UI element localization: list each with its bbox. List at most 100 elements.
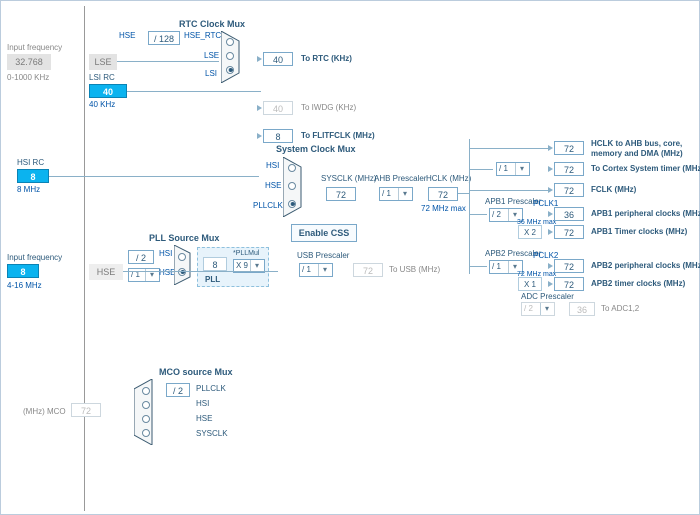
pll-src-mux[interactable]: [174, 245, 194, 285]
hclk-to-bus: [469, 148, 549, 149]
flitf-value: 8: [263, 129, 293, 143]
adc-label: To ADC1,2: [601, 304, 639, 313]
hsi-name: HSI RC: [17, 158, 44, 167]
apb2-periph-value: 72: [554, 259, 584, 273]
apb1-periph-value: 36: [554, 207, 584, 221]
sysclk-opt-hsi[interactable]: [288, 164, 296, 172]
enable-css-button[interactable]: Enable CSS: [291, 224, 357, 242]
arrow-icon: [257, 105, 262, 111]
hclk-out-line: [458, 193, 470, 194]
rtc-lse-label: LSE: [204, 51, 219, 60]
sysclk-label: SYSCLK (MHz): [321, 174, 377, 183]
freq-axis-line: [84, 6, 85, 511]
mco-opt-sysclk[interactable]: [142, 429, 150, 437]
input-freq-a-label: Input frequency: [7, 43, 62, 52]
hclk-bus-value: 72: [554, 141, 584, 155]
sysclk-in-pllclk: PLLCLK: [253, 201, 283, 210]
usb-out-label: To USB (MHz): [389, 265, 440, 274]
hsi-unit: 8 MHz: [17, 185, 40, 194]
mco-in-hsi: HSI: [196, 399, 209, 408]
ahb-label: AHB Prescaler: [374, 174, 426, 183]
apb2-periph-label: APB2 peripheral clocks (MHz): [591, 261, 700, 270]
usb-value: 72: [353, 263, 383, 277]
pll-opt-hsi[interactable]: [178, 253, 186, 261]
mco-in-pllclk: PLLCLK: [196, 384, 226, 393]
apb2-tim-mul: X 1: [518, 277, 542, 291]
hclk-to-fclk: [469, 190, 549, 191]
lsi-name: LSI RC: [89, 73, 115, 82]
rtc-hse-div: / 128: [148, 31, 180, 45]
input-freq-a-range: 0-1000 KHz: [7, 73, 49, 82]
input-freq-a-value: 32.768: [7, 54, 51, 70]
adc-select[interactable]: / 2: [521, 302, 555, 316]
cortex-label: To Cortex System timer (MHz): [591, 164, 700, 173]
lse-line: [117, 61, 219, 62]
lsi-unit: 40 KHz: [89, 100, 115, 109]
apb1-tim-value: 72: [554, 225, 584, 239]
lsi-value[interactable]: 40: [89, 84, 127, 98]
mco-opt-pllclk[interactable]: [142, 387, 150, 395]
sysclk-opt-pllclk[interactable]: [288, 200, 296, 208]
mco-mux-title: MCO source Mux: [159, 367, 233, 377]
hclk-to-apb2: [469, 266, 487, 267]
mco-opt-hsi[interactable]: [142, 401, 150, 409]
iwdg-value: 40: [263, 101, 293, 115]
mco-div: / 2: [166, 383, 190, 397]
hclk-label: HCLK (MHz): [426, 174, 471, 183]
lse-label: LSE: [89, 54, 117, 70]
pll-opt-hse[interactable]: [178, 268, 186, 276]
apb2-tim-label: APB2 timer clocks (MHz): [591, 279, 685, 288]
hclk-vbus: [469, 139, 470, 274]
rtc-hse-in-label: HSE: [119, 31, 135, 40]
input-freq-b-value[interactable]: 8: [7, 264, 39, 278]
apb1-tim-label: APB1 Timer clocks (MHz): [591, 227, 687, 236]
iwdg-label: To IWDG (KHz): [301, 103, 356, 112]
adc-prescaler-label: ADC Prescaler: [521, 292, 574, 301]
arrow-icon: [548, 145, 553, 151]
hsi-line: [49, 176, 259, 177]
apb2-tim-value: 72: [554, 277, 584, 291]
rtc-mux-opt-lsi[interactable]: [226, 66, 234, 74]
hse-line: [123, 271, 278, 272]
cortex-value: 72: [554, 162, 584, 176]
input-freq-b-range: 4-16 MHz: [7, 281, 42, 290]
hclk-to-cortex: [469, 169, 493, 170]
arrow-icon: [548, 281, 553, 287]
hclk-bus-label1: HCLK to AHB bus, core,: [591, 139, 682, 148]
sysclk-mux-title: System Clock Mux: [276, 144, 356, 154]
arrow-icon: [548, 211, 553, 217]
mco-in-hse: HSE: [196, 414, 212, 423]
apb1-tim-mul: X 2: [518, 225, 542, 239]
ahb-select[interactable]: / 1: [379, 187, 413, 201]
usb-select[interactable]: / 1: [299, 263, 333, 277]
mco-in-sysclk: SYSCLK: [196, 429, 228, 438]
hsi-value[interactable]: 8: [17, 169, 49, 183]
pll-src-title: PLL Source Mux: [149, 233, 219, 243]
mco-opt-hse[interactable]: [142, 415, 150, 423]
rtc-lsi-label: LSI: [205, 69, 217, 78]
pll-in-value: 8: [203, 257, 227, 271]
sysclk-opt-hse[interactable]: [288, 182, 296, 190]
lsi-line: [127, 91, 261, 92]
rtc-mux-opt-hse[interactable]: [226, 38, 234, 46]
arrow-icon: [548, 166, 553, 172]
hclk-value[interactable]: 72: [428, 187, 458, 201]
fclk-value: 72: [554, 183, 584, 197]
hclk-bus-label2: memory and DMA (MHz): [591, 149, 683, 158]
arrow-icon: [548, 187, 553, 193]
rtc-mux-opt-lse[interactable]: [226, 52, 234, 60]
mco-value: 72: [71, 403, 101, 417]
rtc-out-label: To RTC (KHz): [301, 54, 352, 63]
rtc-mux-title: RTC Clock Mux: [179, 19, 245, 29]
mco-out-label: (MHz) MCO: [23, 407, 66, 416]
arrow-icon: [548, 229, 553, 235]
pll-div2: / 2: [128, 250, 154, 264]
fclk-label: FCLK (MHz): [591, 185, 636, 194]
sysclk-in-hsi: HSI: [266, 161, 279, 170]
input-freq-b-label: Input frequency: [7, 253, 62, 262]
cortex-select[interactable]: / 1: [496, 162, 530, 176]
arrow-icon: [257, 133, 262, 139]
apb1-periph-label: APB1 peripheral clocks (MHz): [591, 209, 700, 218]
hse-rtc-label: HSE_RTC: [184, 31, 221, 40]
usb-label: USB Prescaler: [297, 251, 349, 260]
